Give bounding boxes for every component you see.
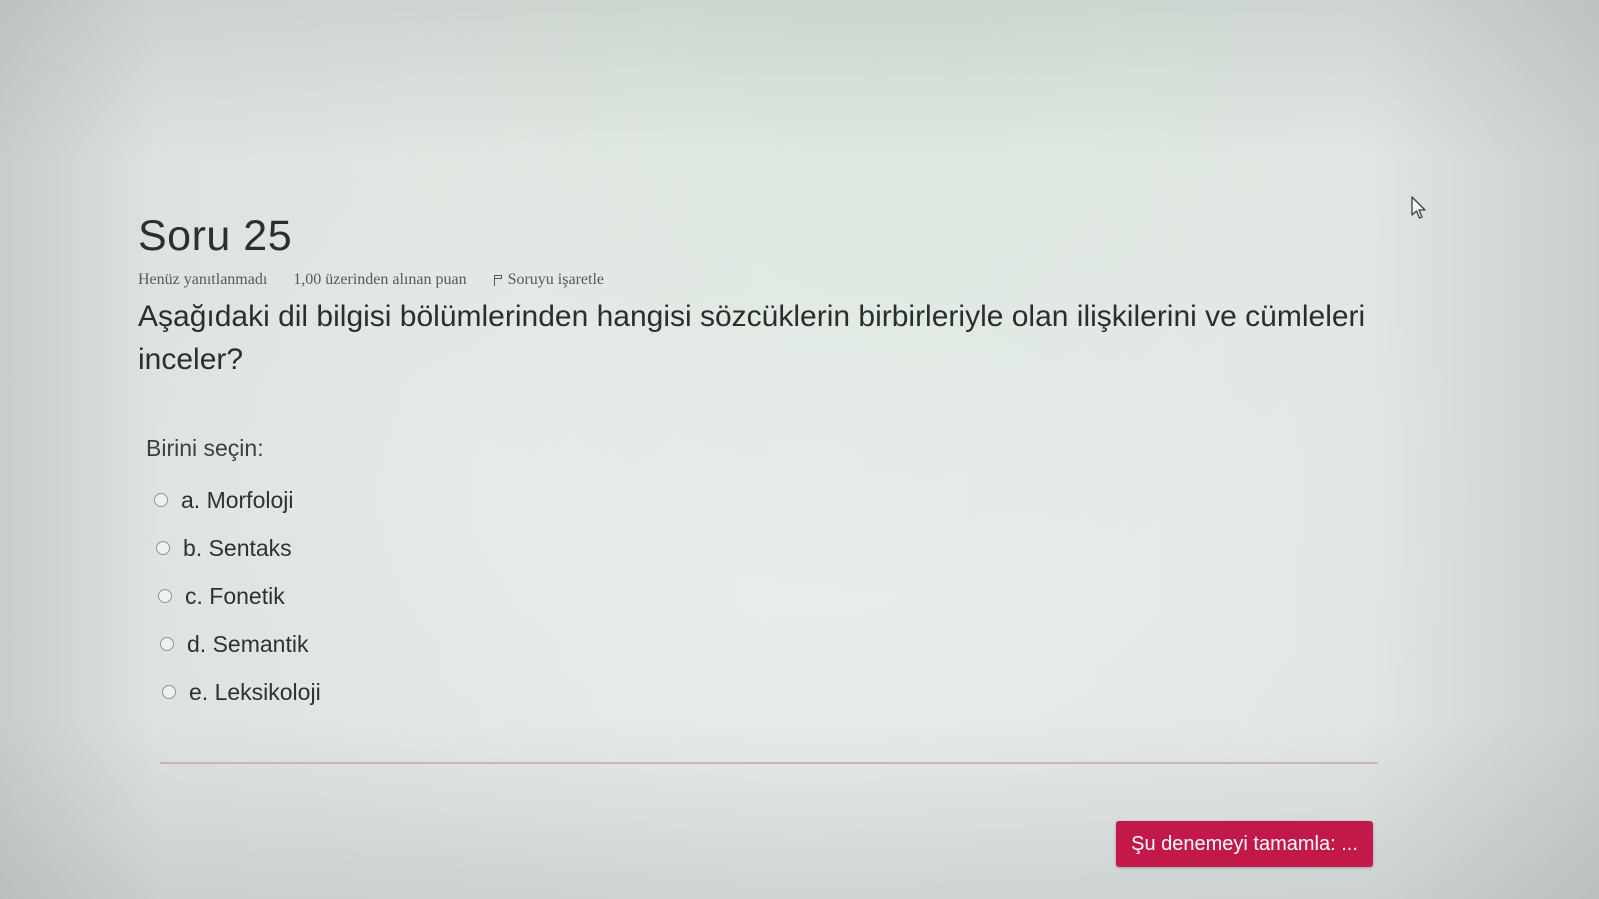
radio-button[interactable]	[156, 541, 170, 555]
question-text: Aşağıdaki dil bilgisi bölümlerinden hang…	[138, 300, 1366, 376]
answer-prompt: Birini seçin:	[146, 435, 264, 461]
option-label: d. Semantik	[187, 630, 309, 657]
question-grade: 1,00 üzerinden alınan puan	[293, 271, 467, 288]
question-block: Soru 25 Henüz yanıtlanmadı 1,00 üzerinde…	[138, 212, 1408, 716]
section-divider	[160, 762, 1378, 764]
finish-attempt-button[interactable]: Şu denemeyi tamamla: ...	[1116, 821, 1373, 867]
option-label: e. Leksikoloji	[189, 678, 321, 705]
answer-option-b[interactable]: b. Sentaks	[156, 524, 1408, 572]
answer-option-d[interactable]: d. Semantik	[160, 620, 1408, 668]
answer-option-e[interactable]: e. Leksikoloji	[162, 668, 1408, 716]
question-title: Soru 25	[138, 212, 293, 260]
option-label: b. Sentaks	[183, 534, 292, 561]
answer-option-a[interactable]: a. Morfoloji	[154, 476, 1408, 524]
answer-options: a. Morfoloji b. Sentaks c. Fonetik d. Se…	[154, 476, 1408, 716]
flag-label: Soruyu işaretle	[507, 271, 604, 288]
radio-button[interactable]	[158, 589, 172, 603]
option-label: a. Morfoloji	[181, 486, 294, 513]
radio-button[interactable]	[162, 685, 176, 699]
flag-icon	[493, 274, 503, 286]
radio-button[interactable]	[160, 637, 174, 651]
flag-question-link[interactable]: Soruyu işaretle	[493, 271, 604, 289]
question-info: Henüz yanıtlanmadı 1,00 üzerinden alınan…	[138, 271, 1408, 289]
question-status: Henüz yanıtlanmadı	[138, 271, 268, 288]
answer-option-c[interactable]: c. Fonetik	[158, 572, 1408, 620]
mouse-pointer-icon	[1411, 196, 1426, 219]
radio-button[interactable]	[154, 493, 168, 507]
option-label: c. Fonetik	[185, 582, 285, 609]
